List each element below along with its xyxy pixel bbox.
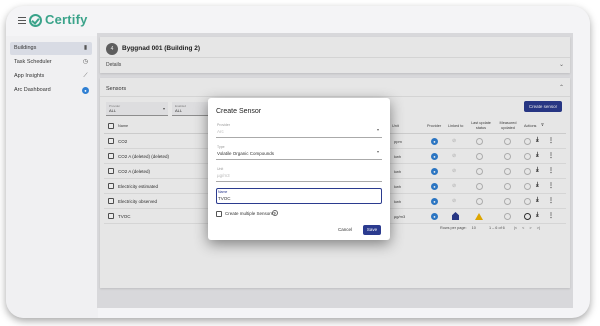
- create-multiple-label: Create multiple Sensors?: [225, 211, 276, 216]
- unit-field[interactable]: Unit µg/m3: [216, 166, 382, 182]
- menu-icon[interactable]: [18, 17, 26, 24]
- dropdown-arrow-icon: ▾: [376, 149, 379, 154]
- sidebar-item-task-scheduler[interactable]: Task Scheduler ◷: [10, 56, 92, 69]
- sidebar-item-label: App Insights: [14, 73, 45, 79]
- clock-icon: ◷: [82, 59, 89, 65]
- sidebar-item-label: Buildings: [14, 45, 37, 51]
- type-select[interactable]: Type Volatile Organic Compounds ▾: [216, 144, 382, 160]
- create-multiple-checkbox[interactable]: [216, 211, 222, 217]
- sidebar: Buildings ▮ Task Scheduler ◷ App Insight…: [6, 36, 98, 318]
- certify-logo-icon: [29, 14, 42, 27]
- app-logo-text: Certify: [45, 12, 88, 27]
- building-icon: ▮: [83, 45, 88, 51]
- cancel-button[interactable]: Cancel: [338, 227, 352, 232]
- sidebar-item-arc-dashboard[interactable]: Arc Dashboard ●: [10, 84, 92, 97]
- field-value: Arc: [217, 129, 224, 134]
- chart-icon: ⟋: [83, 73, 88, 79]
- dropdown-arrow-icon: ▾: [376, 127, 379, 132]
- field-label: Name: [218, 190, 228, 194]
- provider-select[interactable]: Provider Arc ▾: [216, 122, 382, 138]
- app-bar: Certify: [6, 6, 590, 36]
- field-value: Volatile Organic Compounds: [217, 151, 275, 156]
- name-field[interactable]: Name TVOC: [216, 188, 382, 204]
- sidebar-item-app-insights[interactable]: App Insights ⟋: [10, 70, 92, 83]
- sidebar-item-label: Arc Dashboard: [14, 87, 51, 93]
- create-sensor-dialog: Create Sensor Provider Arc ▾ Type Volati…: [208, 98, 390, 240]
- sidebar-item-label: Task Scheduler: [14, 59, 52, 65]
- sidebar-item-buildings[interactable]: Buildings ▮: [10, 42, 92, 55]
- arc-icon: ●: [82, 87, 89, 94]
- field-label: Provider: [217, 123, 231, 127]
- field-value: TVOC: [218, 196, 231, 201]
- dialog-title: Create Sensor: [216, 108, 262, 115]
- field-label: Unit: [217, 167, 224, 171]
- field-value: µg/m3: [217, 173, 230, 178]
- help-icon[interactable]: ?: [272, 210, 278, 216]
- save-button[interactable]: Save: [363, 225, 381, 235]
- field-label: Type: [217, 145, 225, 149]
